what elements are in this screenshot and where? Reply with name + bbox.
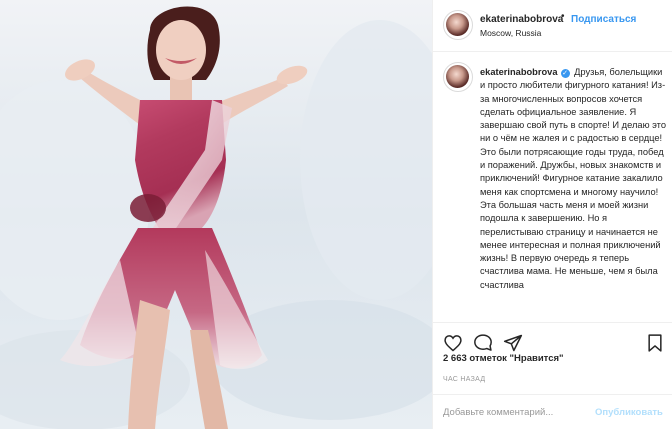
- post-location[interactable]: Moscow, Russia: [480, 28, 541, 38]
- follow-button[interactable]: Подписаться: [571, 14, 636, 25]
- author-avatar[interactable]: [443, 10, 473, 40]
- verified-badge-icon: ✓: [560, 69, 570, 78]
- comment-icon[interactable]: [473, 333, 493, 353]
- avatar-image: [446, 65, 469, 88]
- add-comment-section: Опубликовать: [433, 394, 672, 429]
- caption-text: Друзья, болельщики и просто любители фиг…: [480, 67, 669, 290]
- comment-input[interactable]: [443, 403, 593, 421]
- post-time[interactable]: ЧАС НАЗАД: [443, 376, 485, 383]
- caption: ekaterinabobrova ✓ Друзья, болельщики и п…: [480, 66, 666, 292]
- caption-avatar[interactable]: [443, 62, 473, 92]
- likes-suffix: отметок "Нравится": [469, 353, 564, 364]
- share-icon[interactable]: [503, 333, 523, 353]
- caption-username[interactable]: ekaterinabobrova: [480, 67, 558, 77]
- heart-icon[interactable]: [443, 333, 463, 353]
- comments-area[interactable]: ekaterinabobrova ✓ Друзья, болельщики и п…: [433, 52, 672, 322]
- author-username[interactable]: ekaterinabobrova: [480, 14, 563, 25]
- post-photo[interactable]: [0, 0, 432, 429]
- post-sidebar: ekaterinabobrova • Подписаться Moscow, R…: [432, 0, 672, 429]
- publish-button[interactable]: Опубликовать: [595, 407, 663, 418]
- bookmark-icon[interactable]: [645, 333, 665, 353]
- separator-dot: •: [561, 11, 565, 22]
- skater-illustration: [0, 0, 432, 429]
- avatar-image: [446, 13, 469, 36]
- post-header: ekaterinabobrova • Подписаться Moscow, R…: [433, 0, 672, 52]
- likes-number: 2 663: [443, 353, 467, 364]
- likes-count[interactable]: 2 663 отметок "Нравится": [443, 353, 564, 364]
